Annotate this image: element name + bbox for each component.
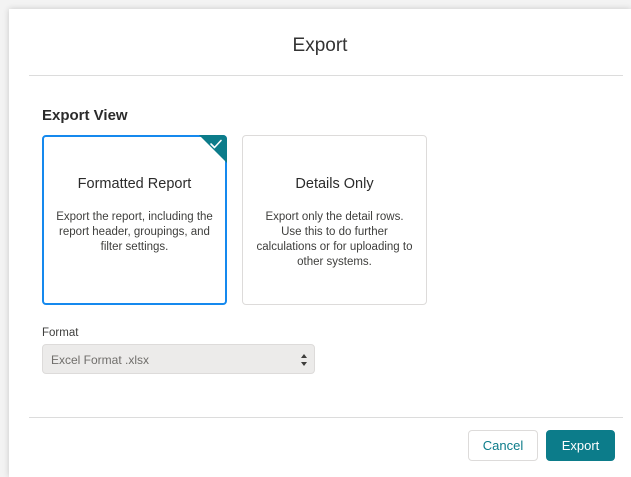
formatted-report-option[interactable]: Formatted Report Export the report, incl… bbox=[42, 135, 227, 305]
export-view-heading: Export View bbox=[42, 107, 128, 124]
option-title: Formatted Report bbox=[77, 176, 192, 192]
header-divider bbox=[29, 75, 623, 76]
export-dialog: Export Export View Formatted Report Expo… bbox=[9, 9, 631, 477]
option-title: Details Only bbox=[295, 176, 374, 192]
details-only-option[interactable]: Details Only Export only the detail rows… bbox=[242, 135, 427, 305]
format-selected-value: Excel Format .xlsx bbox=[51, 353, 150, 367]
format-label: Format bbox=[42, 327, 79, 339]
up-down-arrows-icon bbox=[301, 354, 307, 366]
check-icon bbox=[210, 139, 222, 149]
footer-divider bbox=[29, 417, 623, 418]
option-description: Export only the detail rows. Use this to… bbox=[256, 211, 413, 268]
format-select[interactable]: Excel Format .xlsx bbox=[42, 344, 315, 374]
export-button[interactable]: Export bbox=[546, 430, 615, 461]
cancel-button[interactable]: Cancel bbox=[468, 430, 538, 461]
dialog-header: Export bbox=[9, 9, 631, 75]
option-description: Export the report, including the report … bbox=[56, 211, 213, 253]
dialog-title: Export bbox=[292, 35, 348, 56]
